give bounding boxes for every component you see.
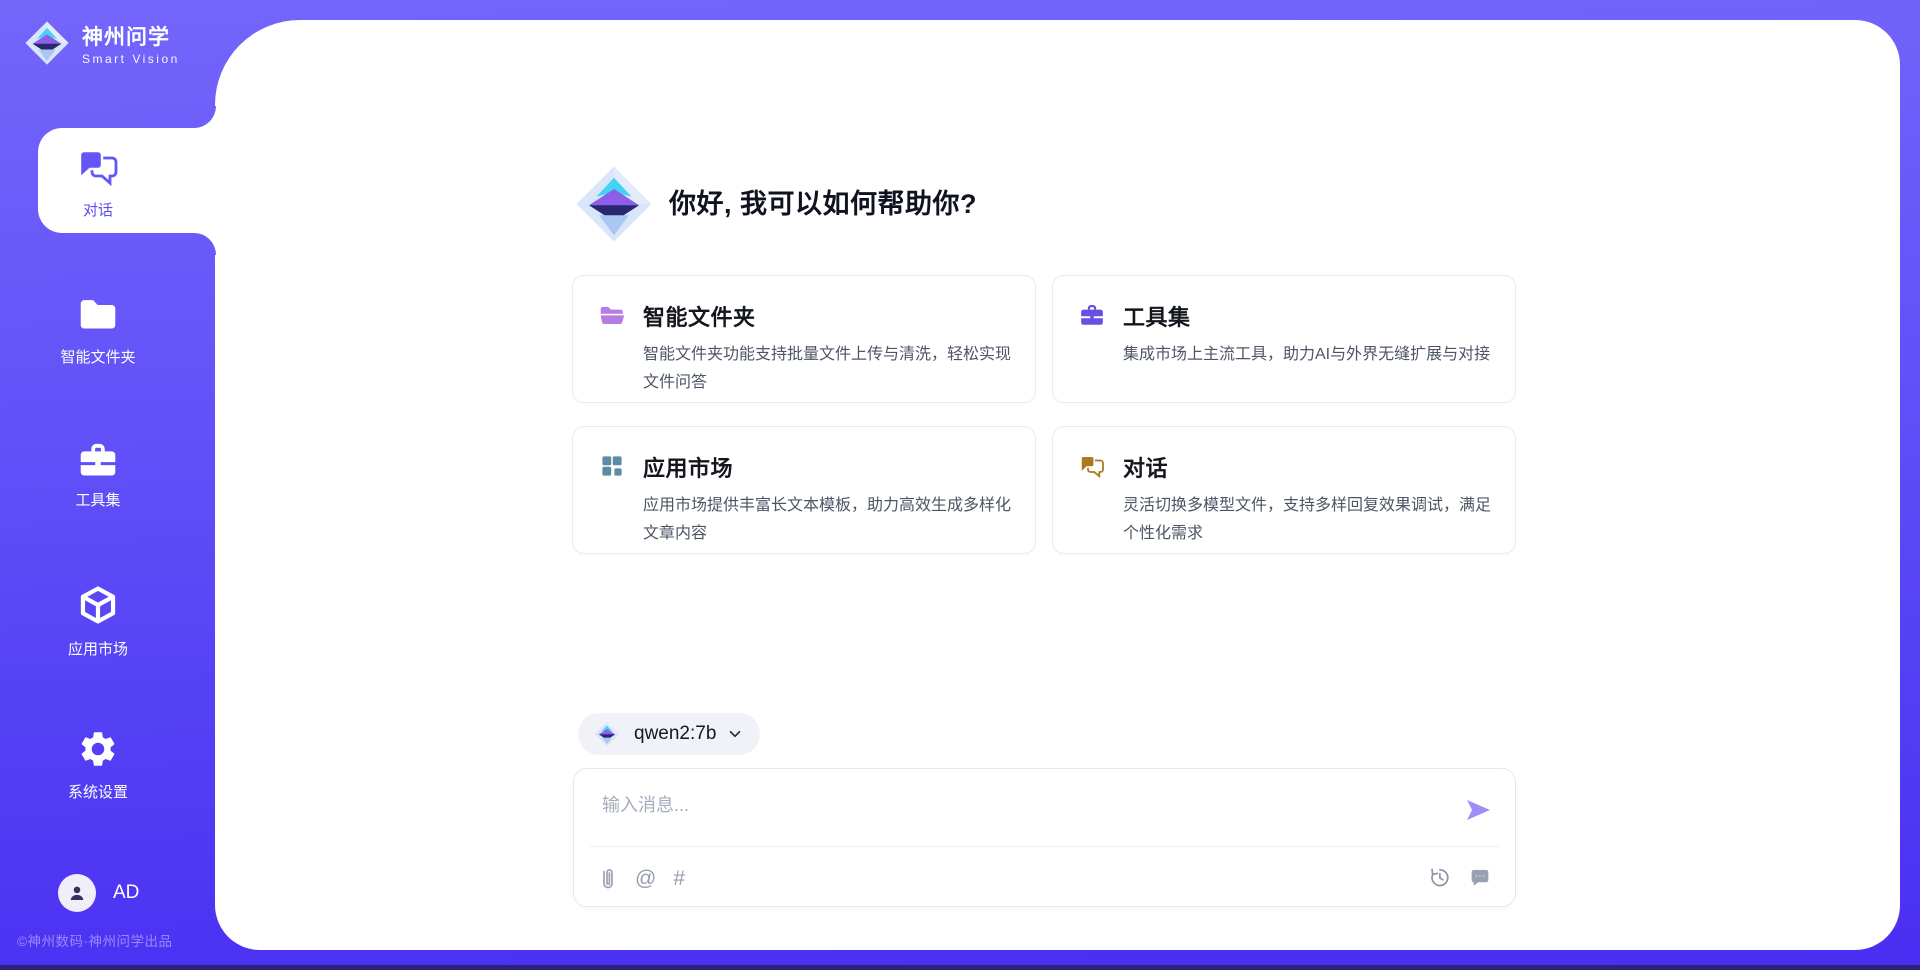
sidebar-item-settings-label[interactable]: 系统设置 — [0, 781, 196, 802]
cube-icon — [76, 584, 120, 626]
card-chat[interactable]: 对话 灵活切换多模型文件，支持多样回复效果调试，满足个性化需求 — [1052, 426, 1516, 554]
briefcase-icon — [1079, 303, 1105, 327]
user-name: AD — [113, 882, 139, 904]
folder-icon — [77, 295, 119, 333]
sidebar-item-smart-folder-label[interactable]: 智能文件夹 — [0, 346, 196, 367]
card-description: 灵活切换多模型文件，支持多样回复效果调试，满足个性化需求 — [1123, 492, 1497, 548]
message-input[interactable] — [600, 789, 1424, 843]
card-app-market[interactable]: 应用市场 应用市场提供丰富长文本模板，助力高效生成多样化文章内容 — [572, 426, 1036, 554]
card-smart-folder[interactable]: 智能文件夹 智能文件夹功能支持批量文件上传与清洗，轻松实现文件问答 — [572, 275, 1036, 403]
model-logo-icon — [594, 721, 620, 747]
sidebar-item-app-market[interactable] — [0, 584, 196, 631]
composer-divider — [590, 846, 1499, 847]
person-icon — [66, 882, 88, 904]
sidebar-item-settings[interactable] — [0, 728, 196, 775]
sidebar-item-smart-folder[interactable] — [0, 295, 196, 338]
folder-open-icon — [599, 303, 625, 327]
sidebar-item-toolset-label[interactable]: 工具集 — [0, 489, 196, 510]
brand-title: 神州问学 — [82, 26, 180, 49]
chat-icon — [76, 147, 120, 187]
avatar[interactable] — [58, 874, 96, 912]
briefcase-icon — [77, 441, 119, 479]
card-toolset[interactable]: 工具集 集成市场上主流工具，助力AI与外界无缝扩展与对接 — [1052, 275, 1516, 403]
history-icon[interactable] — [1428, 866, 1451, 889]
card-title: 对话 — [1123, 451, 1497, 483]
brand-logo: 神州问学 Smart Vision — [24, 20, 180, 66]
brand-subtitle: Smart Vision — [82, 52, 180, 66]
model-selector[interactable]: qwen2:7b — [578, 713, 760, 755]
card-description: 智能文件夹功能支持批量文件上传与清洗，轻松实现文件问答 — [643, 341, 1017, 397]
card-title: 工具集 — [1123, 300, 1497, 332]
tab-fillet-top — [194, 106, 216, 128]
grid-cube-icon — [599, 454, 625, 478]
app-window: 神州问学 Smart Vision 对话 智能文件夹 工具集 应用市场 — [0, 0, 1920, 970]
topic-icon[interactable]: # — [673, 867, 685, 891]
card-title: 智能文件夹 — [643, 300, 1017, 332]
card-description: 集成市场上主流工具，助力AI与外界无缝扩展与对接 — [1123, 341, 1497, 369]
card-description: 应用市场提供丰富长文本模板，助力高效生成多样化文章内容 — [643, 492, 1017, 548]
sidebar-item-chat-label[interactable]: 对话 — [0, 199, 196, 220]
sidebar-item-chat[interactable] — [0, 147, 196, 192]
user-profile[interactable]: AD — [58, 874, 139, 912]
tab-fillet-bottom — [194, 233, 216, 255]
greeting-logo-icon — [574, 164, 654, 244]
feedback-bubble-icon[interactable] — [1468, 866, 1491, 889]
mention-icon[interactable]: @ — [635, 867, 656, 891]
message-composer: @ # — [573, 768, 1516, 907]
model-name: qwen2:7b — [634, 723, 716, 745]
paperclip-icon[interactable] — [598, 866, 618, 892]
chevron-down-icon[interactable] — [726, 725, 744, 743]
bottom-edge-bar — [0, 965, 1920, 970]
brand-diamond-icon — [24, 20, 70, 66]
gear-icon — [76, 728, 120, 770]
copyright-text: ©神州数码·神州问学出品 — [17, 930, 172, 950]
sidebar-item-app-market-label[interactable]: 应用市场 — [0, 638, 196, 659]
greeting-title: 你好, 我可以如何帮助你? — [669, 182, 977, 221]
card-title: 应用市场 — [643, 451, 1017, 483]
send-icon[interactable] — [1463, 795, 1493, 825]
chat-icon — [1079, 454, 1105, 478]
sidebar-item-toolset[interactable] — [0, 441, 196, 484]
